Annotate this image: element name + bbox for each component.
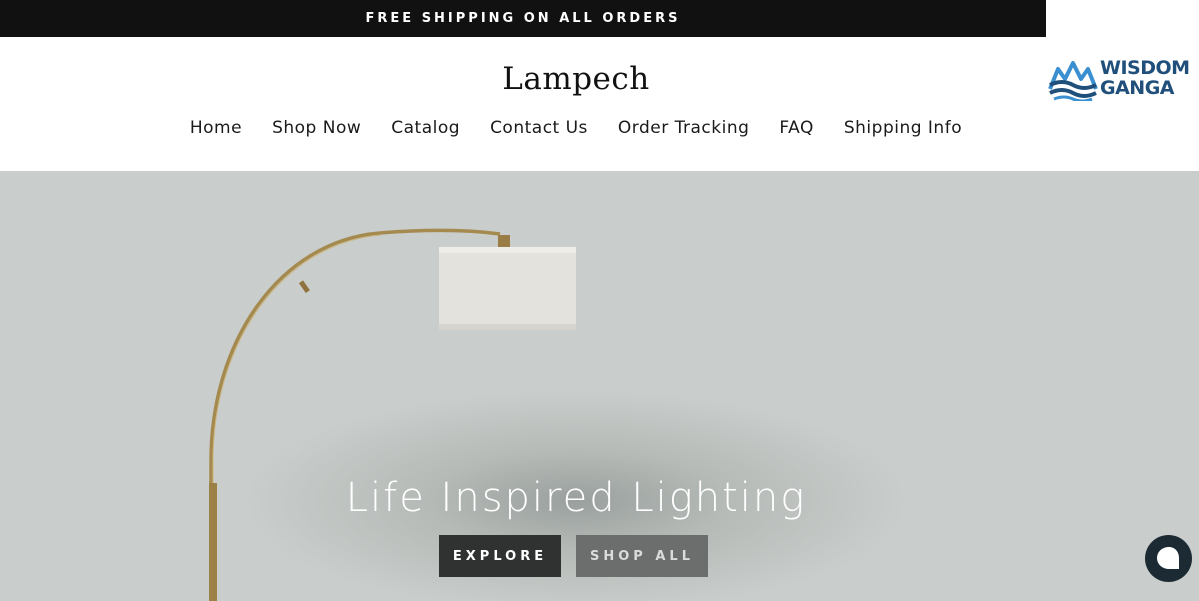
wisdom-ganga-watermark: WISDOM GANGA: [1048, 52, 1198, 104]
nav-order-tracking[interactable]: Order Tracking: [618, 118, 750, 138]
nav-faq[interactable]: FAQ: [779, 118, 813, 138]
announcement-bar: FREE SHIPPING ON ALL ORDERS: [0, 0, 1046, 37]
hero-banner: Life Inspired Lighting EXPLORE SHOP ALL: [0, 171, 1199, 601]
nav-contact-us[interactable]: Contact Us: [490, 118, 588, 138]
chat-bubble-icon: [1156, 546, 1179, 569]
announcement-text: FREE SHIPPING ON ALL ORDERS: [365, 11, 681, 26]
site-logo[interactable]: Lampech: [0, 61, 1152, 97]
explore-button[interactable]: EXPLORE: [439, 535, 561, 577]
nav-shop-now[interactable]: Shop Now: [272, 118, 361, 138]
hero-title: Life Inspired Lighting: [345, 475, 807, 521]
watermark-line-2: GANGA: [1100, 77, 1175, 99]
nav-catalog[interactable]: Catalog: [391, 118, 460, 138]
shop-all-button[interactable]: SHOP ALL: [576, 535, 708, 577]
site-header: Lampech Home Shop Now Catalog Contact Us…: [0, 37, 1199, 171]
watermark-line-1: WISDOM: [1100, 57, 1190, 79]
chat-widget-button[interactable]: [1145, 535, 1192, 582]
main-nav: Home Shop Now Catalog Contact Us Order T…: [0, 118, 1152, 138]
nav-shipping-info[interactable]: Shipping Info: [844, 118, 962, 138]
wave-mountain-icon: [1048, 61, 1098, 101]
nav-home[interactable]: Home: [190, 118, 242, 138]
